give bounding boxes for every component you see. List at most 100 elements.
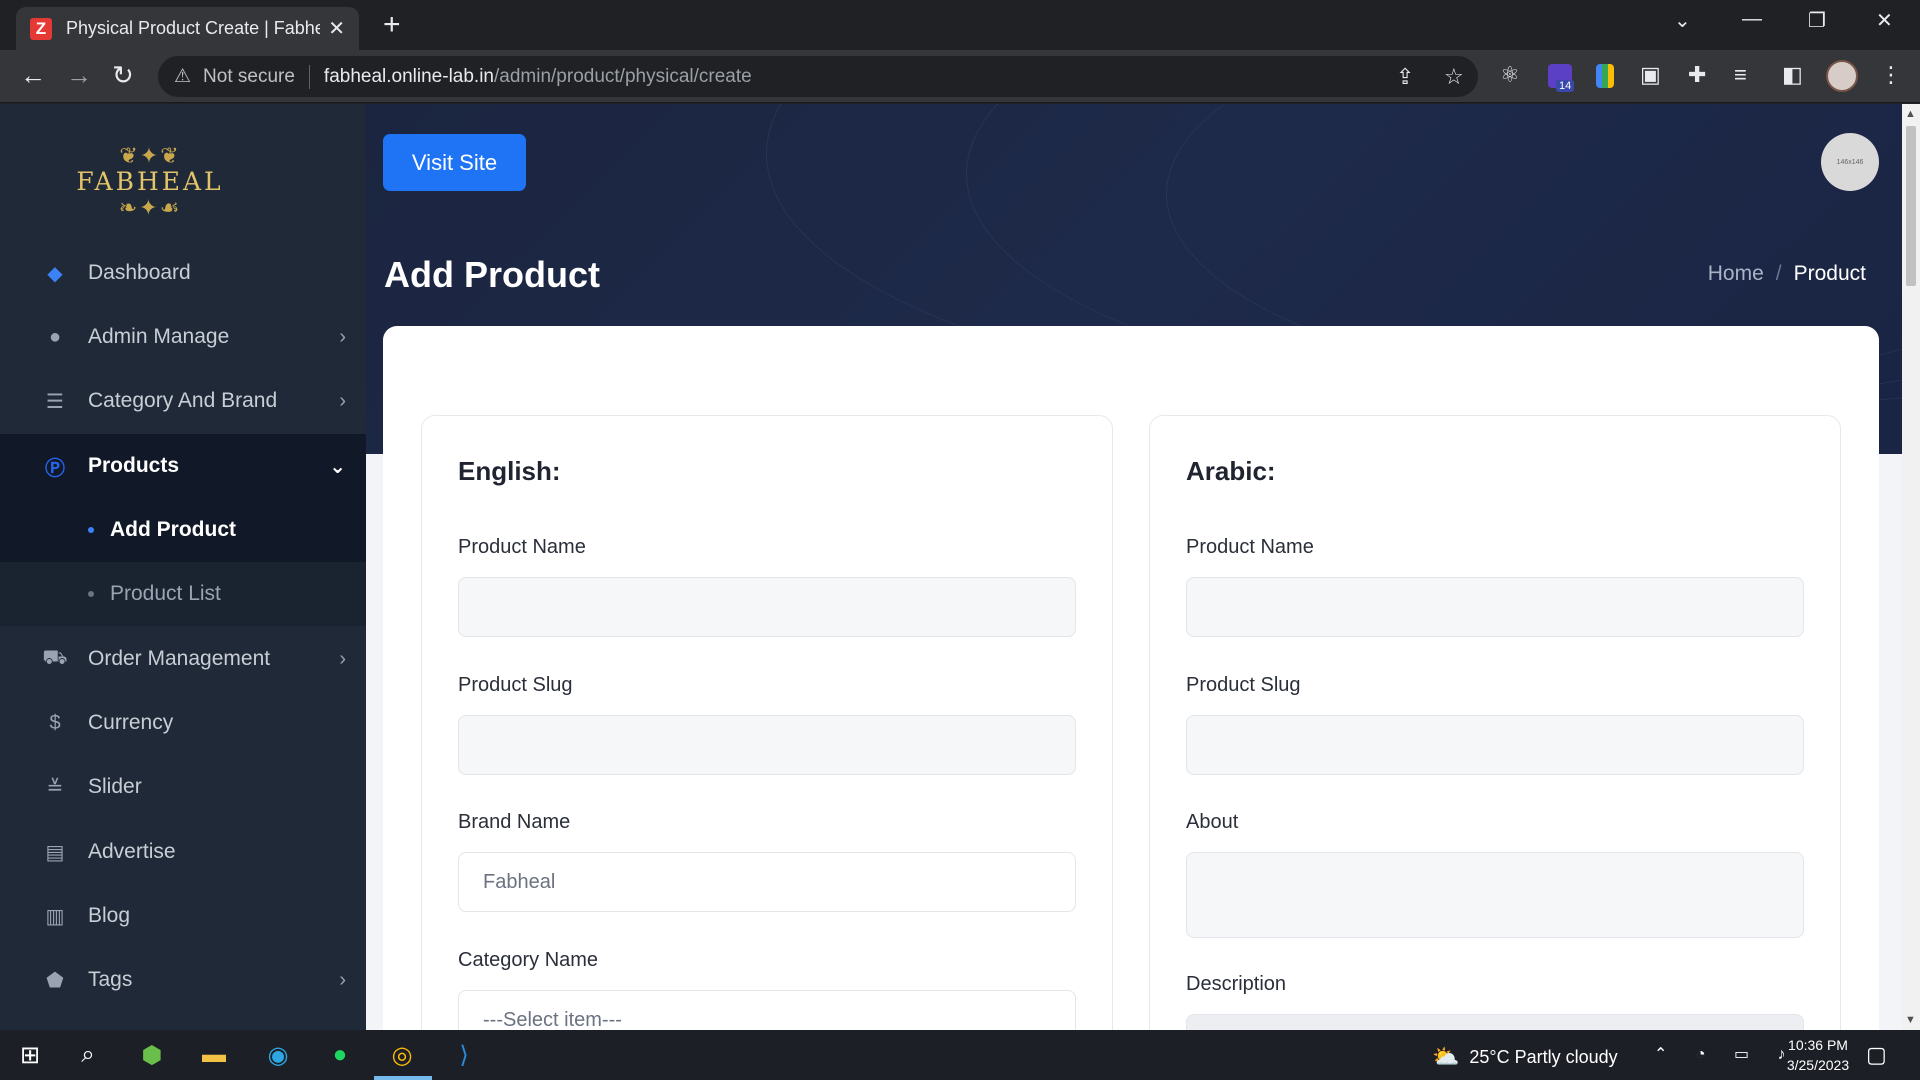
sidebar-item-label: Blog <box>88 904 131 927</box>
english-section-title: English: <box>458 456 561 486</box>
sidebar-item-label: Dashboard <box>88 261 191 284</box>
product-name-label: Product Name <box>458 536 586 558</box>
sidebar-item-tags[interactable]: ⬟ Tags › <box>0 948 366 1012</box>
description-label: Description <box>1186 973 1287 995</box>
notification-icon[interactable]: ▢ <box>1866 1042 1887 1068</box>
sidebar-item-dashboard[interactable]: ◆ Dashboard <box>0 241 366 305</box>
not-secure-label[interactable]: Not secure <box>203 66 295 88</box>
reading-list-icon[interactable]: ≡ <box>1734 62 1747 88</box>
sidebar-item-advertise[interactable]: ▤ Advertise <box>0 820 366 884</box>
extensions-puzzle-icon[interactable]: ✚ <box>1688 62 1706 88</box>
warning-icon[interactable]: ⚠ <box>174 65 191 88</box>
tab-close-icon[interactable]: ✕ <box>328 16 345 41</box>
weather-text: 25°C Partly cloudy <box>1469 1046 1618 1067</box>
sidebar-item-blog[interactable]: ▥ Blog <box>0 884 366 948</box>
sidebar-subitem-product-list[interactable]: Product List <box>0 562 366 626</box>
file-explorer-icon[interactable]: ▬ <box>198 1039 230 1071</box>
user-avatar[interactable]: 146x146 <box>1821 133 1879 191</box>
cart-icon: ⛟ <box>42 646 68 669</box>
minimize-icon[interactable]: — <box>1742 8 1762 31</box>
category-name-label: Category Name <box>458 949 599 971</box>
clock-time: 10:36 PM <box>1788 1037 1848 1053</box>
list-icon: ☰ <box>46 390 64 413</box>
brand-name-label: Brand Name <box>458 811 571 833</box>
bookmark-star-icon[interactable]: ☆ <box>1444 64 1464 90</box>
product-slug-input-ar[interactable] <box>1186 715 1804 775</box>
restore-icon[interactable]: ❐ <box>1808 8 1826 33</box>
close-window-icon[interactable]: ✕ <box>1876 8 1893 33</box>
edge-icon[interactable]: ◉ <box>262 1039 294 1071</box>
chrome-icon[interactable]: ◎ <box>386 1039 418 1071</box>
page-viewport: ❦✦❦ FABHEAL ❧✦☙ ◆ Dashboard ● Admin Mana… <box>0 104 1920 1030</box>
tag-icon: ⬟ <box>46 969 64 992</box>
ad-icon: ▤ <box>45 841 65 864</box>
analytics-icon[interactable] <box>1596 64 1614 88</box>
menu-kebab-icon[interactable]: ⋮ <box>1880 62 1902 88</box>
back-icon[interactable]: ← <box>20 60 46 90</box>
layers-icon: ◆ <box>47 262 63 285</box>
clock-date: 3/25/2023 <box>1786 1057 1850 1073</box>
clock[interactable]: 10:36 PM 3/25/2023 <box>1770 1035 1866 1075</box>
sidebar-item-admin-manage[interactable]: ● Admin Manage › <box>0 305 366 369</box>
nodejs-icon[interactable]: ⬢ <box>136 1039 168 1071</box>
sidebar-item-slider[interactable]: ≚ Slider <box>0 755 366 819</box>
product-name-input-ar[interactable] <box>1186 577 1804 637</box>
react-devtools-icon[interactable]: ⚛ <box>1500 62 1520 88</box>
media-icon[interactable]: ▣ <box>1640 62 1661 88</box>
scroll-thumb[interactable] <box>1906 126 1916 286</box>
sidebar-item-label: Slider <box>88 775 142 798</box>
url-path: /admin/product/physical/create <box>494 65 752 87</box>
sidebar-subitem-add-product[interactable]: Add Product <box>0 498 366 562</box>
product-name-input-en[interactable] <box>458 577 1076 637</box>
tab-search-icon[interactable]: ⌄ <box>1674 8 1691 33</box>
weather-widget[interactable]: ⛅ 25°C Partly cloudy <box>1432 1044 1618 1070</box>
windows-start-icon[interactable]: ⊞ <box>14 1039 46 1071</box>
browser-tab-strip: Z Physical Product Create | Fabheal ✕ + … <box>0 0 1920 50</box>
chevron-right-icon: › <box>339 325 346 348</box>
page-title: Add Product <box>384 254 600 295</box>
chevron-down-icon: ⌄ <box>329 455 346 478</box>
category-select[interactable]: ---Select item--- <box>458 990 1076 1030</box>
product-name-label: Product Name <box>1186 536 1314 558</box>
sidebar-item-label: Order Management <box>88 647 271 670</box>
taskbar: ⊞ ⌕ ⬢ ▬ ◉ ● ◎ ⟩ ⛅ 25°C Partly cloudy ⌃ ◔… <box>0 1030 1920 1080</box>
vscode-icon[interactable]: ⟩ <box>448 1039 480 1071</box>
brand-name-input[interactable]: Fabheal <box>458 852 1076 912</box>
page-scrollbar[interactable]: ▲ ▼ <box>1902 104 1920 1030</box>
sidebar-item-order-management[interactable]: ⛟ Order Management › <box>0 627 366 691</box>
side-panel-icon[interactable]: ◧ <box>1782 62 1803 88</box>
sidebar-item-currency[interactable]: $ Currency <box>0 691 366 755</box>
url-host: fabheal.online-lab.in <box>323 65 494 87</box>
new-tab-icon[interactable]: + <box>383 10 401 40</box>
share-icon[interactable]: ⇪ <box>1396 64 1414 90</box>
reload-icon[interactable]: ↻ <box>112 60 134 90</box>
arabic-section-title: Arabic: <box>1186 456 1276 486</box>
about-textarea-ar[interactable] <box>1186 852 1804 938</box>
logo-text: FABHEAL <box>76 166 224 196</box>
sidebar-item-products[interactable]: Ⓟ Products ⌄ <box>0 434 366 498</box>
address-bar[interactable]: ⚠ Not secure fabheal.online-lab.in /admi… <box>158 56 1478 97</box>
arabic-panel: Arabic: Product Name Product Slug About … <box>1149 415 1841 1030</box>
logo-ornament-bottom: ❧✦☙ <box>118 194 182 220</box>
brand-logo[interactable]: ❦✦❦ FABHEAL ❧✦☙ <box>40 134 260 229</box>
sidebar-item-label: Tags <box>88 968 133 991</box>
breadcrumb-home[interactable]: Home <box>1708 262 1764 286</box>
spotify-icon[interactable]: ● <box>324 1039 356 1071</box>
search-icon[interactable]: ⌕ <box>72 1039 104 1071</box>
extension-badge: 14 <box>1556 80 1575 92</box>
sidebar-item-category-brand[interactable]: ☰ Category And Brand › <box>0 369 366 433</box>
scroll-up-icon[interactable]: ▲ <box>1905 108 1916 120</box>
visit-site-button[interactable]: Visit Site <box>383 134 526 191</box>
profile-avatar[interactable] <box>1826 60 1858 92</box>
product-slug-input-en[interactable] <box>458 715 1076 775</box>
omnibox-divider <box>308 64 310 89</box>
forward-icon[interactable]: → <box>66 60 92 90</box>
browser-tab[interactable]: Z Physical Product Create | Fabheal ✕ <box>16 7 359 50</box>
sidebar-item-label: Admin Manage <box>88 325 230 348</box>
bullet-icon <box>88 527 94 533</box>
chevron-right-icon: › <box>339 647 346 670</box>
description-editor-ar[interactable] <box>1186 1014 1804 1030</box>
sidebar-item-label: Currency <box>88 711 174 734</box>
scroll-down-icon[interactable]: ▼ <box>1905 1014 1916 1026</box>
user-icon: ● <box>48 325 62 348</box>
